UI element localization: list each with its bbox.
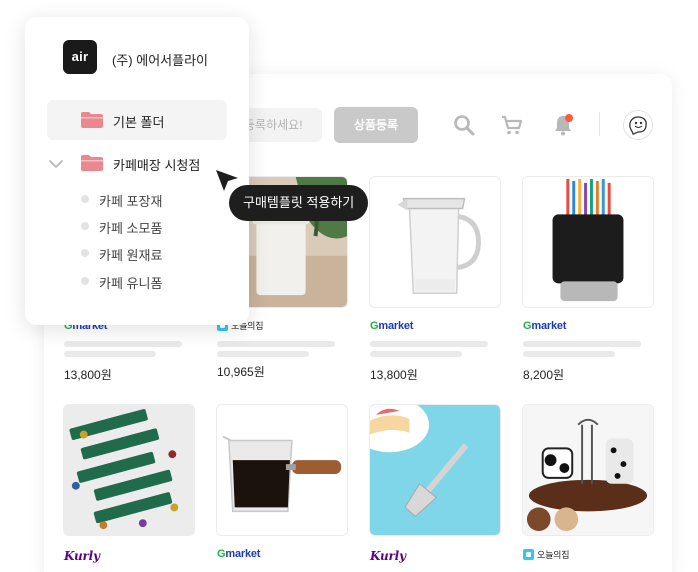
store-logo-gmarket: Gmarket: [523, 320, 567, 332]
bullet-icon: [81, 195, 89, 203]
product-image[interactable]: [522, 176, 654, 308]
title-placeholder: [64, 341, 182, 347]
subfolder-item[interactable]: 카페 원재료: [99, 245, 162, 264]
product-image[interactable]: [369, 404, 501, 536]
product-price: 10,965원: [217, 365, 265, 379]
title-placeholder: [523, 351, 615, 357]
folder-icon: [81, 155, 103, 171]
avatar-icon: [629, 116, 647, 135]
folder-item-cafe-sicheong[interactable]: 카페매장 시청점: [113, 155, 200, 174]
store-logo-kurly: Kurly: [64, 549, 100, 563]
avatar[interactable]: [623, 110, 653, 140]
title-placeholder: [64, 351, 156, 357]
product-price: 13,800원: [64, 368, 112, 382]
store-logo-ohouse: 오늘의집: [523, 548, 570, 561]
header-divider: [599, 112, 600, 136]
title-placeholder: [217, 351, 309, 357]
bullet-icon: [81, 222, 89, 230]
product-image[interactable]: [369, 176, 501, 308]
company-logo: air: [63, 40, 97, 74]
product-image[interactable]: [216, 404, 348, 536]
store-logo-gmarket: Gmarket: [370, 320, 414, 332]
chevron-down-icon[interactable]: [48, 158, 64, 170]
product-image[interactable]: [63, 404, 195, 536]
title-placeholder: [370, 351, 462, 357]
ohouse-icon: [523, 549, 534, 560]
title-placeholder: [217, 341, 335, 347]
bullet-icon: [81, 249, 89, 257]
company-name: (주) 에어서플라이: [112, 53, 208, 68]
title-placeholder: [370, 341, 488, 347]
search-icon[interactable]: [452, 113, 476, 137]
apply-template-tooltip[interactable]: 구매템플릿 적용하기: [229, 185, 369, 221]
title-placeholder: [523, 341, 641, 347]
folder-icon: [81, 112, 103, 128]
product-price: 13,800원: [370, 368, 418, 382]
store-logo-gmarket: Gmarket: [217, 548, 261, 560]
bullet-icon: [81, 277, 89, 285]
product-price: 8,200원: [523, 368, 565, 382]
product-image[interactable]: [522, 404, 654, 536]
subfolder-item[interactable]: 카페 유니폼: [99, 273, 162, 292]
subfolder-item[interactable]: 카페 소모품: [99, 218, 162, 237]
subfolder-item[interactable]: 카페 포장재: [99, 191, 162, 210]
register-product-button[interactable]: 상품등록: [334, 107, 418, 143]
store-logo-kurly: Kurly: [370, 549, 406, 563]
cart-icon[interactable]: [500, 113, 524, 137]
notification-badge: [565, 114, 573, 122]
folder-label: 기본 폴더: [113, 115, 165, 130]
